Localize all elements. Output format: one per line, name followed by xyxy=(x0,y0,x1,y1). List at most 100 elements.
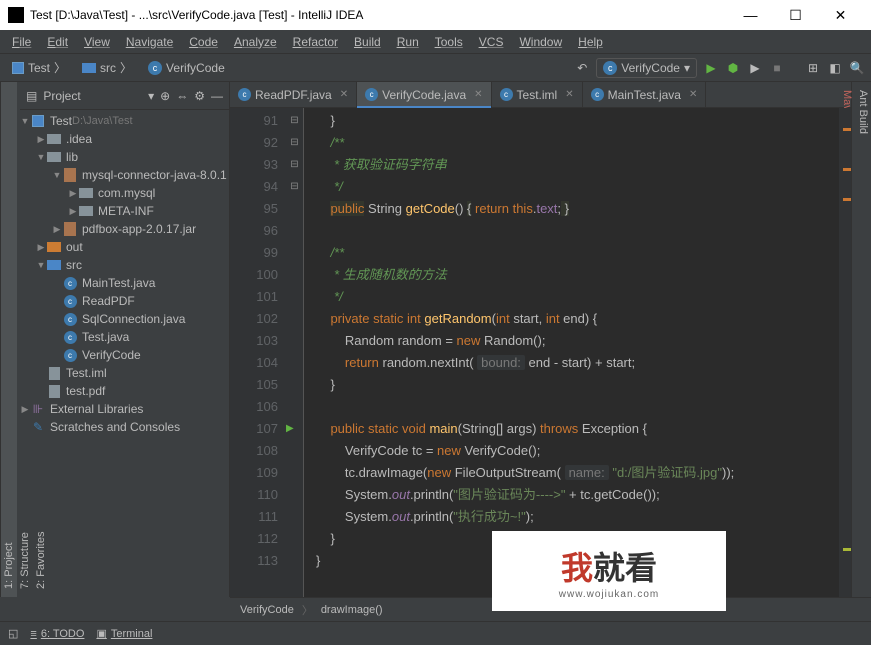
debug-button[interactable]: ⬢ xyxy=(725,60,741,76)
marker-bar[interactable] xyxy=(839,108,851,597)
tree-item[interactable]: cReadPDF xyxy=(20,292,229,310)
breadcrumb-class[interactable]: VerifyCode xyxy=(240,604,294,616)
tree-item[interactable]: ✎Scratches and Consoles xyxy=(20,418,229,436)
maximize-button[interactable]: ☐ xyxy=(773,1,818,29)
run-config-selector[interactable]: c VerifyCode ▾ xyxy=(596,58,697,78)
module-icon xyxy=(12,62,24,74)
project-header-title: Project xyxy=(43,89,142,103)
gutter-tab-ant[interactable]: Ant Build xyxy=(855,82,871,597)
close-icon[interactable]: ✕ xyxy=(474,89,482,100)
close-button[interactable]: ✕ xyxy=(818,1,863,29)
menu-help[interactable]: Help xyxy=(572,33,609,51)
update-icon[interactable]: ⊞ xyxy=(805,60,821,76)
tool-window-toggle[interactable]: ◱ xyxy=(8,627,18,640)
run-button[interactable]: ▶ xyxy=(703,60,719,76)
editor-area: cReadPDF.java✕cVerifyCode.java✕cTest.iml… xyxy=(230,82,851,597)
class-icon: c xyxy=(500,88,513,101)
editor-tabs: cReadPDF.java✕cVerifyCode.java✕cTest.iml… xyxy=(230,82,851,108)
scroll-from-source-icon[interactable]: ⊕ xyxy=(160,89,170,103)
code-editor[interactable]: 9192939495969910010110210310410510610710… xyxy=(230,108,851,597)
collapse-icon[interactable]: ⇔ xyxy=(176,89,188,103)
menu-vcs[interactable]: VCS xyxy=(473,33,510,51)
menu-run[interactable]: Run xyxy=(391,33,425,51)
editor-tab[interactable]: cMainTest.java✕ xyxy=(583,82,707,108)
chevron-right-icon: 〉 xyxy=(302,602,313,618)
editor-tab[interactable]: cVerifyCode.java✕ xyxy=(357,82,491,108)
chevron-down-icon[interactable]: ▾ xyxy=(148,89,154,103)
menu-edit[interactable]: Edit xyxy=(41,33,74,51)
gutter-tab-project[interactable]: 1: Project xyxy=(1,82,17,597)
nav-crumb-project[interactable]: Test 〉 xyxy=(6,57,72,78)
menu-file[interactable]: File xyxy=(6,33,37,51)
back-icon[interactable]: ↶ xyxy=(574,60,590,76)
window-title: Test [D:\Java\Test] - ...\src\VerifyCode… xyxy=(30,8,363,22)
tree-item[interactable]: ▼lib xyxy=(20,148,229,166)
tree-item[interactable]: ▶META-INF xyxy=(20,202,229,220)
terminal-tab[interactable]: ▣ Terminal xyxy=(96,627,152,640)
tree-item[interactable]: ▶pdfbox-app-2.0.17.jar xyxy=(20,220,229,238)
gutter-tab-favorites[interactable]: 2: Favorites xyxy=(33,82,49,597)
breadcrumb-method[interactable]: drawImage() xyxy=(321,604,383,616)
menu-navigate[interactable]: Navigate xyxy=(120,33,179,51)
tree-item[interactable]: ▶out xyxy=(20,238,229,256)
tree-item[interactable]: ▼Test D:\Java\Test xyxy=(20,112,229,130)
close-icon[interactable]: ✕ xyxy=(689,89,697,100)
menu-analyze[interactable]: Analyze xyxy=(228,33,283,51)
nav-crumb-label: src xyxy=(100,61,116,75)
todo-tab[interactable]: ≡ 6: TODO xyxy=(30,628,84,640)
search-icon[interactable]: 🔍 xyxy=(849,60,865,76)
menu-view[interactable]: View xyxy=(78,33,116,51)
project-panel: ▤ Project ▾ ⊕ ⇔ ⚙ — ▼Test D:\Java\Test▶.… xyxy=(20,82,230,597)
hide-icon[interactable]: — xyxy=(211,89,223,103)
line-numbers: 9192939495969910010110210310410510610710… xyxy=(230,108,286,597)
menu-build[interactable]: Build xyxy=(348,33,387,51)
left-tool-gutter: 1: Project 7: Structure 2: Favorites xyxy=(0,82,20,597)
tree-item[interactable]: ▶.idea xyxy=(20,130,229,148)
class-icon: c xyxy=(603,61,617,75)
menu-code[interactable]: Code xyxy=(183,33,224,51)
tree-item[interactable]: cMainTest.java xyxy=(20,274,229,292)
run-line-icon[interactable]: ▶ xyxy=(286,418,294,440)
editor-tab[interactable]: cReadPDF.java✕ xyxy=(230,82,357,108)
tree-item[interactable]: ▶⊪External Libraries xyxy=(20,400,229,418)
overlay-text: 我 xyxy=(561,543,593,589)
navbar: Test 〉 src 〉 c VerifyCode ↶ c VerifyCode… xyxy=(0,54,871,82)
gutter-tab-structure[interactable]: 7: Structure xyxy=(17,82,33,597)
watermark-overlay: 我就看 www.wojiukan.com xyxy=(492,531,726,611)
class-icon: c xyxy=(238,88,251,101)
structure-icon[interactable]: ◧ xyxy=(827,60,843,76)
nav-crumb-label: Test xyxy=(28,61,50,75)
nav-crumb-label: VerifyCode xyxy=(166,61,225,75)
class-icon: c xyxy=(591,88,604,101)
tree-item[interactable]: cSqlConnection.java xyxy=(20,310,229,328)
menu-window[interactable]: Window xyxy=(513,33,568,51)
tree-item[interactable]: cVerifyCode xyxy=(20,346,229,364)
code-content[interactable]: } /** * 获取验证码字符串 */ public String getCod… xyxy=(304,108,839,597)
minimize-button[interactable]: — xyxy=(728,1,773,29)
coverage-button[interactable]: ▶ xyxy=(747,60,763,76)
tree-item[interactable]: cTest.java xyxy=(20,328,229,346)
chevron-right-icon: 〉 xyxy=(54,59,66,76)
nav-crumb-class[interactable]: c VerifyCode xyxy=(142,59,231,77)
menubar: FileEditViewNavigateCodeAnalyzeRefactorB… xyxy=(0,30,871,54)
tree-item[interactable]: test.pdf xyxy=(20,382,229,400)
stop-button[interactable]: ■ xyxy=(769,60,785,76)
tree-item[interactable]: ▶com.mysql xyxy=(20,184,229,202)
tree-item[interactable]: ▼mysql-connector-java-8.0.1 xyxy=(20,166,229,184)
folder-icon xyxy=(82,63,96,73)
right-tool-gutter: Ant Build Maven xyxy=(851,82,871,597)
menu-tools[interactable]: Tools xyxy=(429,33,469,51)
class-icon: c xyxy=(365,88,378,101)
project-tree: ▼Test D:\Java\Test▶.idea▼lib▼mysql-conne… xyxy=(20,110,229,597)
fold-gutter[interactable]: ⊟⊟⊟⊟ xyxy=(286,108,304,597)
gear-icon[interactable]: ⚙ xyxy=(194,89,205,103)
class-icon: c xyxy=(148,61,162,75)
nav-crumb-folder[interactable]: src 〉 xyxy=(76,57,138,78)
tree-item[interactable]: ▼src xyxy=(20,256,229,274)
menu-refactor[interactable]: Refactor xyxy=(287,33,344,51)
close-icon[interactable]: ✕ xyxy=(340,89,348,100)
project-panel-header: ▤ Project ▾ ⊕ ⇔ ⚙ — xyxy=(20,82,229,110)
editor-tab[interactable]: cTest.iml✕ xyxy=(492,82,583,108)
close-icon[interactable]: ✕ xyxy=(565,89,573,100)
tree-item[interactable]: Test.iml xyxy=(20,364,229,382)
